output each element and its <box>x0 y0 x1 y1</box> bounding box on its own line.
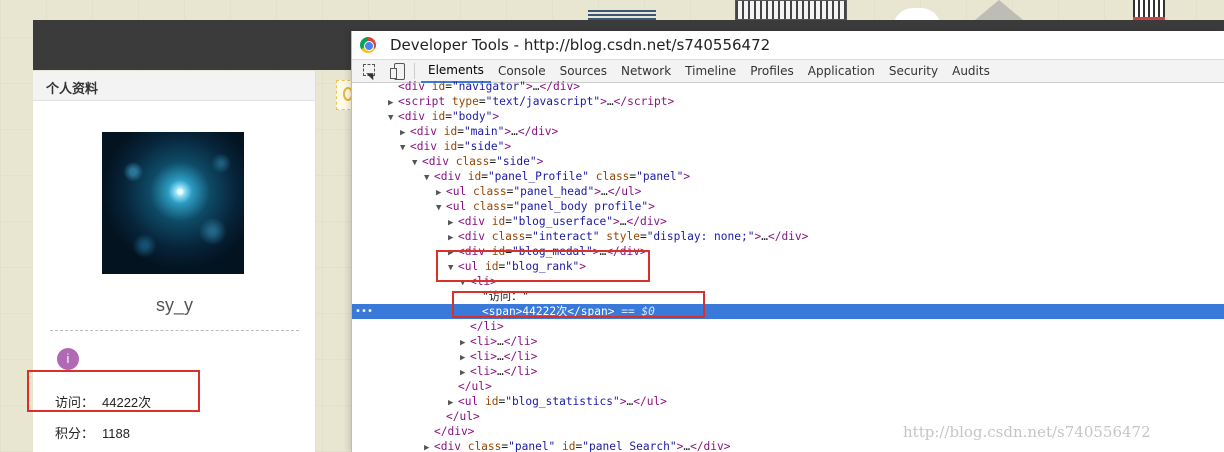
dom-node[interactable]: </ul> <box>352 409 1224 424</box>
device-mode-icon[interactable] <box>388 62 406 80</box>
dom-node-markup: <li>…</li> <box>470 335 538 348</box>
dom-node-markup: <li>…</li> <box>470 365 538 378</box>
dom-node[interactable]: ▶ <li>…</li> <box>352 334 1224 349</box>
dom-node[interactable]: ▶ <div id="main">…</div> <box>352 124 1224 139</box>
dom-node-markup: <div class="panel" id="panel_Search">…</… <box>434 440 731 452</box>
avatar[interactable] <box>102 132 244 274</box>
dom-node-markup: <div id="blog_userface">…</div> <box>458 215 667 228</box>
wallpaper-decoration <box>1133 0 1165 20</box>
stat-value: 1188 <box>102 426 130 441</box>
dom-node-markup: </ul> <box>446 410 480 423</box>
dom-node-markup: <li>…</li> <box>470 350 538 363</box>
dom-node-markup: <div id="navigator">…</div> <box>398 80 580 93</box>
dom-node-markup: <ul class="panel_body profile"> <box>446 200 655 213</box>
dom-node[interactable]: ▶ <ul id="blog_statistics">…</ul> <box>352 394 1224 409</box>
username[interactable]: sy_y <box>33 295 316 316</box>
dom-node-markup: </div> <box>434 425 475 438</box>
dom-node[interactable]: ▶ <div id="blog_userface">…</div> <box>352 214 1224 229</box>
toolbar-separator <box>414 63 415 79</box>
dom-node[interactable]: ▶ <li>…</li> <box>352 364 1224 379</box>
dom-node-markup: <script type="text/javascript">…</script… <box>398 95 675 108</box>
dom-node-markup: <ul class="panel_head">…</ul> <box>446 185 642 198</box>
dom-node[interactable]: </li> <box>352 319 1224 334</box>
dom-node-markup: <div class="interact" style="display: no… <box>458 230 809 243</box>
chrome-icon <box>360 37 376 53</box>
devtools-window: Developer Tools - http://blog.csdn.net/s… <box>351 31 1224 452</box>
dom-node[interactable]: ▶ <script type="text/javascript">…</scrip… <box>352 94 1224 109</box>
dom-node[interactable]: ▼ <div id="body"> <box>352 109 1224 124</box>
dom-node-markup: <div id="body"> <box>398 110 500 123</box>
dom-node[interactable]: ▼ <div class="side"> <box>352 154 1224 169</box>
dom-node[interactable]: ▼ <ul class="panel_body profile"> <box>352 199 1224 214</box>
dom-node[interactable]: ▶ <ul class="panel_head">…</ul> <box>352 184 1224 199</box>
dom-node-markup: <div id="side"> <box>410 140 512 153</box>
highlight-box-visits <box>27 370 200 412</box>
stat-points: 积分： 1188 <box>55 423 130 442</box>
dom-node[interactable]: ▼ <div id="panel_Profile" class="panel"> <box>352 169 1224 184</box>
window-title: Developer Tools - http://blog.csdn.net/s… <box>390 36 771 54</box>
dom-node-markup: <div id="panel_Profile" class="panel"> <box>434 170 691 183</box>
panel-title: 个人资料 <box>33 71 315 101</box>
medal-icon[interactable]: i <box>57 348 79 370</box>
stat-label: 积分： <box>55 426 95 441</box>
dom-node[interactable]: ▶ <li>…</li> <box>352 349 1224 364</box>
dom-node[interactable]: <div id="navigator">…</div> <box>352 79 1224 94</box>
devtools-titlebar: Developer Tools - http://blog.csdn.net/s… <box>352 31 1224 59</box>
dom-node[interactable]: ▶ <div class="interact" style="display: n… <box>352 229 1224 244</box>
dom-node-markup: <div id="main">…</div> <box>410 125 559 138</box>
inspect-element-icon[interactable] <box>361 62 379 80</box>
dom-node-markup: <div class="side"> <box>422 155 544 168</box>
dom-node[interactable]: </ul> <box>352 379 1224 394</box>
expand-triangle-icon[interactable]: ▶ <box>424 441 434 452</box>
highlight-box-span <box>452 291 705 318</box>
wallpaper-decoration <box>735 0 847 20</box>
dom-node-markup: </ul> <box>458 380 492 393</box>
divider <box>50 330 299 331</box>
wallpaper-decoration <box>588 8 656 20</box>
dom-node-markup: <ul id="blog_statistics">…</ul> <box>458 395 667 408</box>
more-icon[interactable]: ••• <box>355 304 373 319</box>
dom-node-markup: </li> <box>470 320 504 333</box>
dom-node[interactable]: ▼ <div id="side"> <box>352 139 1224 154</box>
watermark: http://blog.csdn.net/s740556472 <box>903 423 1151 441</box>
highlight-box-blog-rank <box>436 250 650 282</box>
